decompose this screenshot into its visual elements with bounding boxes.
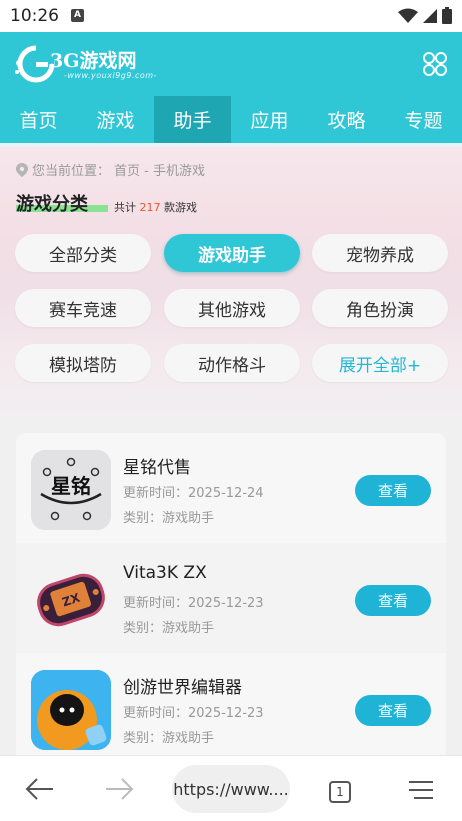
- xingming-logo-icon: 星铭: [31, 450, 111, 530]
- view-button[interactable]: 查看: [355, 475, 431, 506]
- battery-icon: [442, 7, 452, 24]
- nav-helper[interactable]: 助手: [154, 96, 231, 143]
- category-pet-raising[interactable]: 宠物养成: [312, 234, 448, 272]
- app-icon-chuangyou: [31, 670, 111, 750]
- site-header: 3G游戏网 -www.youxi9g9.com-: [0, 32, 462, 96]
- app-icon-vita3k: ZX: [31, 560, 111, 640]
- wifi-icon: [398, 8, 418, 23]
- nav-home[interactable]: 首页: [0, 96, 77, 143]
- hamburger-menu-icon[interactable]: [408, 780, 434, 800]
- section-title: 游戏分类: [16, 194, 88, 215]
- tabs-count-button[interactable]: 1: [329, 781, 351, 803]
- total-prefix: 共计: [114, 201, 140, 214]
- app-update-date: 更新时间：2025-12-23: [123, 706, 264, 721]
- view-button[interactable]: 查看: [355, 695, 431, 726]
- category-rpg[interactable]: 角色扮演: [312, 289, 448, 327]
- nav-games[interactable]: 游戏: [77, 96, 154, 143]
- nav-topics[interactable]: 专题: [385, 96, 462, 143]
- category-action-fighting[interactable]: 动作格斗: [164, 344, 300, 382]
- list-item[interactable]: ZX Vita3K ZX 更新时间：2025-12-23 类别：游戏助手 查看: [16, 543, 446, 653]
- logo-subtitle: -www.youxi9g9.com-: [64, 71, 157, 80]
- app-list-section: 星铭 星铭代售 更新时间：2025-12-24 类别：游戏助手 查看 ZX Vi…: [0, 415, 462, 755]
- list-item[interactable]: 创游世界编辑器 更新时间：2025-12-23 类别：游戏助手 查看: [16, 653, 446, 755]
- app-update-date: 更新时间：2025-12-23: [123, 596, 264, 611]
- category-game-helper[interactable]: 游戏助手: [164, 234, 300, 272]
- handheld-console-icon: ZX: [37, 573, 105, 627]
- browser-toolbar: https://www.... 1: [0, 755, 462, 821]
- app-category: 类别：游戏助手: [123, 731, 215, 746]
- list-item[interactable]: 星铭 星铭代售 更新时间：2025-12-24 类别：游戏助手 查看: [16, 433, 446, 543]
- category-section: 您当前位置： 首页 - 手机游戏 游戏分类 共计 217 款游戏 全部分类 游戏…: [0, 147, 462, 415]
- status-time: 10:26: [10, 6, 59, 26]
- breadcrumb: 您当前位置： 首页 - 手机游戏: [16, 160, 205, 179]
- back-arrow-icon[interactable]: [24, 777, 54, 801]
- view-button[interactable]: 查看: [355, 585, 431, 616]
- app-list: 星铭 星铭代售 更新时间：2025-12-24 类别：游戏助手 查看 ZX Vi…: [16, 433, 446, 755]
- nav-apps[interactable]: 应用: [231, 96, 308, 143]
- app-name[interactable]: Vita3K ZX: [123, 563, 207, 583]
- app-name[interactable]: 星铭代售: [123, 453, 191, 478]
- signal-icon: [423, 8, 437, 23]
- category-tower-defense[interactable]: 模拟塔防: [15, 344, 151, 382]
- category-all[interactable]: 全部分类: [15, 234, 151, 272]
- logo-title: 3G游戏网: [50, 50, 137, 72]
- breadcrumb-prefix: 您当前位置：: [32, 164, 111, 179]
- mascot-icon: [31, 670, 111, 750]
- total-suffix: 款游戏: [160, 201, 197, 214]
- forward-arrow-icon[interactable]: [105, 777, 135, 801]
- main-nav: 首页 游戏 助手 应用 攻略 专题: [0, 96, 462, 143]
- location-pin-icon: [16, 162, 28, 177]
- app-category: 类别：游戏助手: [123, 621, 215, 636]
- category-other-games[interactable]: 其他游戏: [164, 289, 300, 327]
- nav-guides[interactable]: 攻略: [308, 96, 385, 143]
- app-icon-xingming: 星铭: [31, 450, 111, 530]
- total-number: 217: [139, 201, 161, 214]
- breadcrumb-path[interactable]: 首页 - 手机游戏: [114, 160, 205, 179]
- notification-icon: A: [71, 9, 84, 22]
- status-icons: [398, 7, 452, 24]
- address-bar[interactable]: https://www....: [172, 765, 290, 813]
- app-name[interactable]: 创游世界编辑器: [123, 673, 242, 698]
- expand-all-button[interactable]: 展开全部+: [312, 344, 448, 382]
- category-racing[interactable]: 赛车竞速: [15, 289, 151, 327]
- status-bar: 10:26 A: [0, 0, 462, 32]
- app-update-date: 更新时间：2025-12-24: [123, 486, 264, 501]
- game-total: 共计 217 款游戏: [114, 199, 197, 215]
- xingming-icon-text: 星铭: [51, 474, 91, 498]
- grid-menu-icon[interactable]: [422, 51, 448, 77]
- app-category: 类别：游戏助手: [123, 511, 215, 526]
